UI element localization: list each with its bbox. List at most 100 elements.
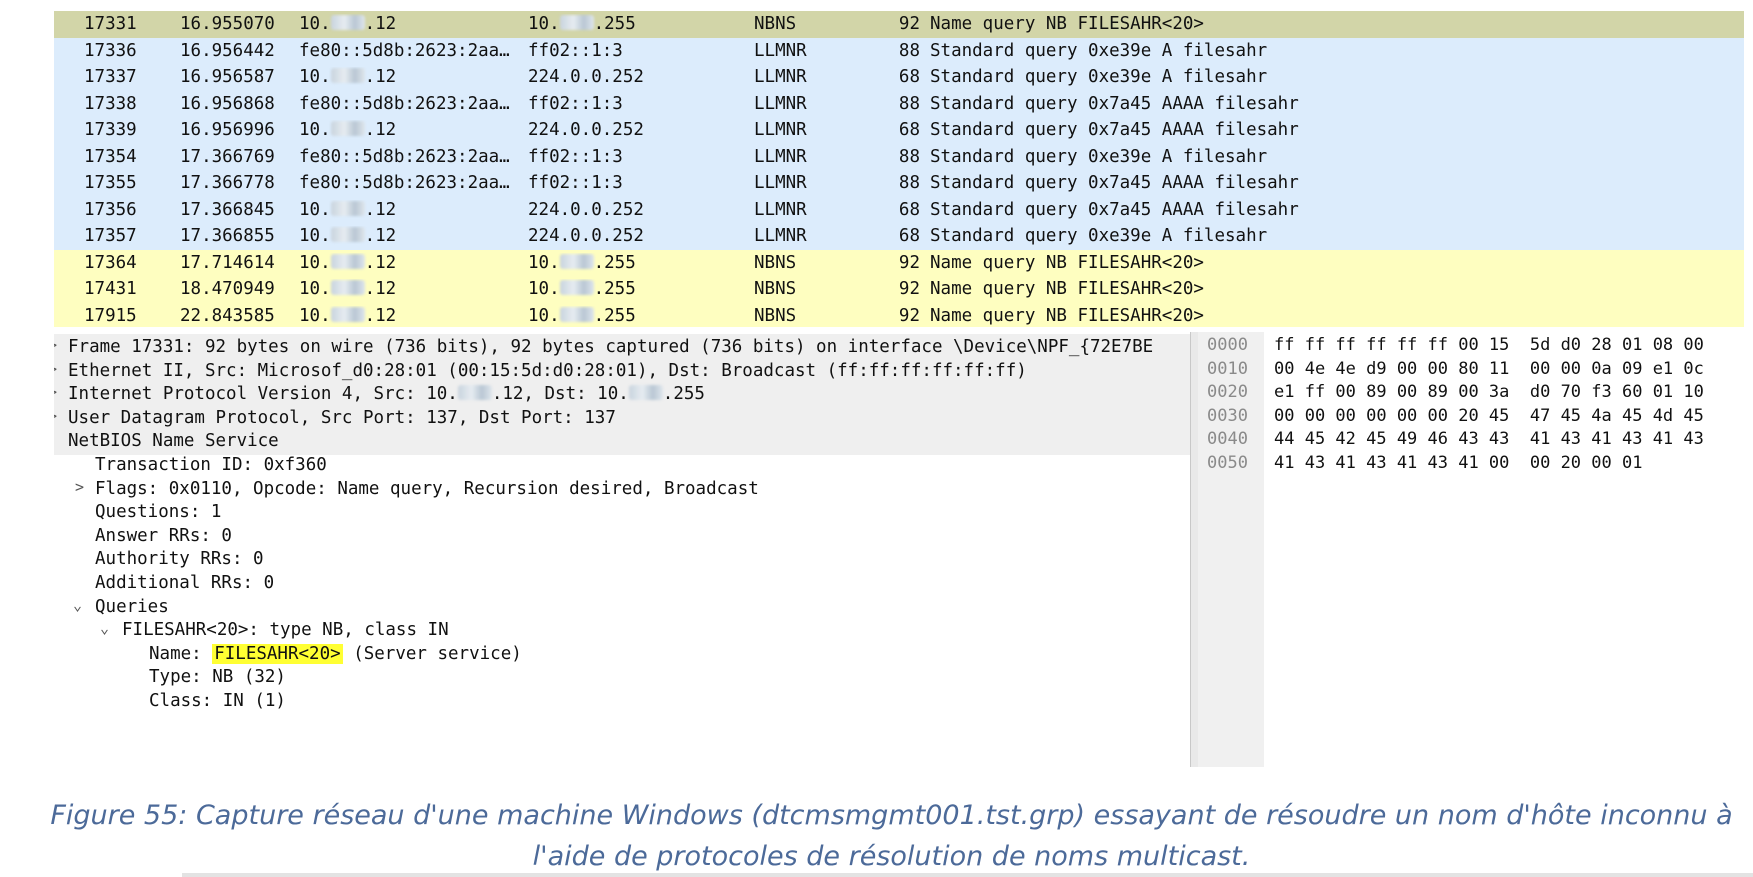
tree-item-type[interactable]: Type: NB (32) bbox=[54, 664, 1190, 690]
packet-length: 68 bbox=[898, 199, 920, 220]
chevron-right-icon[interactable]: > bbox=[54, 383, 57, 401]
packet-row[interactable]: 17364 17.714614 10. .12 10. .255 NBNS 92 N… bbox=[54, 249, 1744, 276]
tree-item-frame[interactable]: > Frame 17331: 92 bytes on wire (736 bit… bbox=[54, 334, 1190, 361]
byte-row[interactable]: 0000 ff ff ff ff ff ff 00 15 5d d0 28 01… bbox=[1198, 332, 1744, 358]
packet-length: 68 bbox=[898, 226, 920, 246]
tree-item-transaction-id[interactable]: Transaction ID: 0xf360 bbox=[54, 452, 1190, 478]
tree-item-udp[interactable]: > User Datagram Protocol, Src Port: 137,… bbox=[54, 404, 1190, 432]
tree-item-label: Internet Protocol Version 4, Src: 10. .12… bbox=[68, 384, 705, 405]
byte-hex: 00 00 00 00 00 00 20 45 47 45 4a 45 4d 4… bbox=[1274, 405, 1704, 426]
packet-number: 17339 bbox=[84, 120, 137, 140]
chevron-right-icon[interactable]: > bbox=[75, 478, 84, 496]
packet-length: 88 bbox=[898, 93, 920, 114]
packet-protocol: LLMNR bbox=[754, 120, 807, 140]
redaction-blur bbox=[330, 15, 365, 30]
byte-row[interactable]: 0010 00 4e 4e d9 00 00 80 11 00 00 0a 09… bbox=[1198, 356, 1744, 382]
tree-item-flags[interactable]: > Flags: 0x0110, Opcode: Name query, Rec… bbox=[54, 476, 1190, 502]
tree-item-name[interactable]: Name: FILESAHR<20> (Server service) bbox=[54, 641, 1190, 667]
packet-destination: 224.0.0.252 bbox=[528, 67, 644, 87]
packet-destination: ff02::1:3 bbox=[528, 173, 623, 193]
byte-row[interactable]: 0030 00 00 00 00 00 00 20 45 47 45 4a 45… bbox=[1198, 403, 1744, 429]
packet-length: 92 bbox=[898, 305, 920, 326]
tree-item-ipv4[interactable]: > Internet Protocol Version 4, Src: 10..… bbox=[54, 381, 1190, 408]
packet-row[interactable]: 17331 16.955070 10. .12 10. .255 NBNS 92 N… bbox=[54, 11, 1744, 38]
tree-item-additional-rrs[interactable]: Additional RRs: 0 bbox=[54, 570, 1190, 596]
packet-list[interactable]: 17331 16.955070 10. .12 10. .255 NBNS 92 N… bbox=[54, 11, 1744, 327]
packet-row[interactable]: 17338 16.956868 fe80::5d8b:2623:2aa… ff0… bbox=[54, 90, 1744, 117]
chevron-down-icon[interactable]: ⌄ bbox=[73, 596, 82, 614]
byte-hex: 00 4e 4e d9 00 00 80 11 00 00 0a 09 e1 0… bbox=[1274, 358, 1704, 379]
packet-protocol: LLMNR bbox=[754, 173, 807, 193]
packet-number: 17431 bbox=[84, 279, 137, 299]
chevron-down-icon[interactable]: ⌄ bbox=[54, 430, 55, 448]
byte-row[interactable]: 0020 e1 ff 00 89 00 89 00 3a d0 70 f3 60… bbox=[1198, 379, 1744, 405]
packet-row[interactable]: 17337 16.956587 10. .12 224.0.0.252 LLMNR… bbox=[54, 64, 1744, 91]
packet-info: Name query NB FILESAHR<20> bbox=[930, 252, 1204, 273]
tree-item-label: Answer RRs: 0 bbox=[95, 525, 232, 546]
byte-row[interactable]: 0050 41 43 41 43 41 43 41 00 00 20 00 01 bbox=[1198, 450, 1744, 476]
redaction-blur bbox=[559, 306, 594, 322]
packet-length: 92 bbox=[898, 279, 920, 299]
redaction-blur bbox=[330, 280, 365, 295]
byte-offset: 0000 bbox=[1207, 335, 1248, 355]
packet-row[interactable]: 17336 16.956442 fe80::5d8b:2623:2aa… ff0… bbox=[54, 37, 1744, 64]
tree-item-label: Frame 17331: 92 bytes on wire (736 bits)… bbox=[68, 337, 1154, 357]
packet-number: 17338 bbox=[84, 93, 137, 114]
packet-info: Standard query 0x7a45 AAAA filesahr bbox=[930, 199, 1299, 220]
packet-destination: 224.0.0.252 bbox=[528, 226, 644, 246]
packet-row[interactable]: 17339 16.956996 10. .12 224.0.0.252 LLMNR… bbox=[54, 117, 1744, 144]
packet-time: 18.470949 bbox=[180, 279, 275, 299]
packet-time: 17.366845 bbox=[180, 199, 275, 220]
packet-time: 16.955070 bbox=[180, 14, 275, 34]
packet-info: Standard query 0x7a45 AAAA filesahr bbox=[930, 120, 1299, 140]
packet-number: 17915 bbox=[84, 305, 137, 326]
tree-item-authority-rrs[interactable]: Authority RRs: 0 bbox=[54, 546, 1190, 572]
packet-destination: ff02::1:3 bbox=[528, 93, 623, 114]
tree-item-class[interactable]: Class: IN (1) bbox=[54, 688, 1190, 714]
packet-row[interactable]: 17354 17.366769 fe80::5d8b:2623:2aa… ff0… bbox=[54, 143, 1744, 170]
packet-time: 17.714614 bbox=[180, 252, 275, 273]
packet-length: 68 bbox=[898, 67, 920, 87]
packet-bytes-pane[interactable]: 0000 ff ff ff ff ff ff 00 15 5d d0 28 01… bbox=[1198, 332, 1744, 767]
packet-length: 88 bbox=[898, 40, 920, 61]
packet-time: 17.366855 bbox=[180, 226, 275, 246]
redaction-blur bbox=[457, 385, 492, 401]
chevron-right-icon[interactable]: > bbox=[54, 407, 57, 425]
tree-item-netbios[interactable]: ⌄ NetBIOS Name Service bbox=[54, 428, 1190, 455]
packet-destination: 224.0.0.252 bbox=[528, 199, 644, 220]
packet-length: 88 bbox=[898, 146, 920, 167]
packet-source: 10. .12 bbox=[299, 67, 397, 87]
tree-item-answer-rrs[interactable]: Answer RRs: 0 bbox=[54, 523, 1190, 549]
packet-protocol: LLMNR bbox=[754, 93, 807, 114]
packet-length: 88 bbox=[898, 173, 920, 193]
chevron-right-icon[interactable]: > bbox=[54, 360, 57, 378]
divider bbox=[182, 873, 1753, 877]
byte-offset: 0050 bbox=[1207, 453, 1248, 473]
redaction-blur bbox=[628, 385, 663, 401]
caption-line: l'aide de protocoles de résolution de no… bbox=[532, 841, 1251, 872]
packet-source: fe80::5d8b:2623:2aa… bbox=[299, 173, 510, 193]
packet-destination: 10. .255 bbox=[528, 279, 636, 299]
packet-details-tree[interactable]: > Frame 17331: 92 bytes on wire (736 bit… bbox=[54, 334, 1190, 767]
chevron-right-icon[interactable]: > bbox=[54, 336, 57, 354]
packet-row[interactable]: 17915 22.843585 10. .12 10. .255 NBNS 92 N… bbox=[54, 302, 1744, 327]
packet-source: 10. .12 bbox=[299, 279, 397, 299]
packet-protocol: NBNS bbox=[754, 279, 797, 299]
redaction-blur bbox=[559, 253, 594, 269]
tree-item-label: Questions: 1 bbox=[95, 502, 222, 523]
packet-row[interactable]: 17357 17.366855 10. .12 224.0.0.252 LLMNR… bbox=[54, 223, 1744, 250]
packet-row[interactable]: 17431 18.470949 10. .12 10. .255 NBNS 92 N… bbox=[54, 276, 1744, 303]
packet-row[interactable]: 17356 17.366845 10. .12 224.0.0.252 LLMNR… bbox=[54, 196, 1744, 223]
packet-info: Standard query 0x7a45 AAAA filesahr bbox=[930, 93, 1299, 114]
tree-item-ethernet[interactable]: > Ethernet II, Src: Microsof_d0:28:01 (0… bbox=[54, 357, 1190, 384]
byte-offset: 0020 bbox=[1207, 382, 1248, 403]
packet-row[interactable]: 17355 17.366778 fe80::5d8b:2623:2aa… ff0… bbox=[54, 170, 1744, 197]
packet-destination: 10. .255 bbox=[528, 252, 636, 273]
tree-item-questions[interactable]: Questions: 1 bbox=[54, 499, 1190, 525]
byte-row[interactable]: 0040 44 45 42 45 49 46 43 43 41 43 41 43… bbox=[1198, 426, 1744, 452]
chevron-down-icon[interactable]: ⌄ bbox=[100, 619, 109, 637]
tree-item-queries[interactable]: ⌄ Queries bbox=[54, 594, 1190, 620]
tree-item-label: Queries bbox=[95, 596, 169, 617]
packet-info: Standard query 0xe39e A filesahr bbox=[930, 146, 1268, 167]
tree-item-query[interactable]: ⌄ FILESAHR<20>: type NB, class IN bbox=[54, 617, 1190, 643]
